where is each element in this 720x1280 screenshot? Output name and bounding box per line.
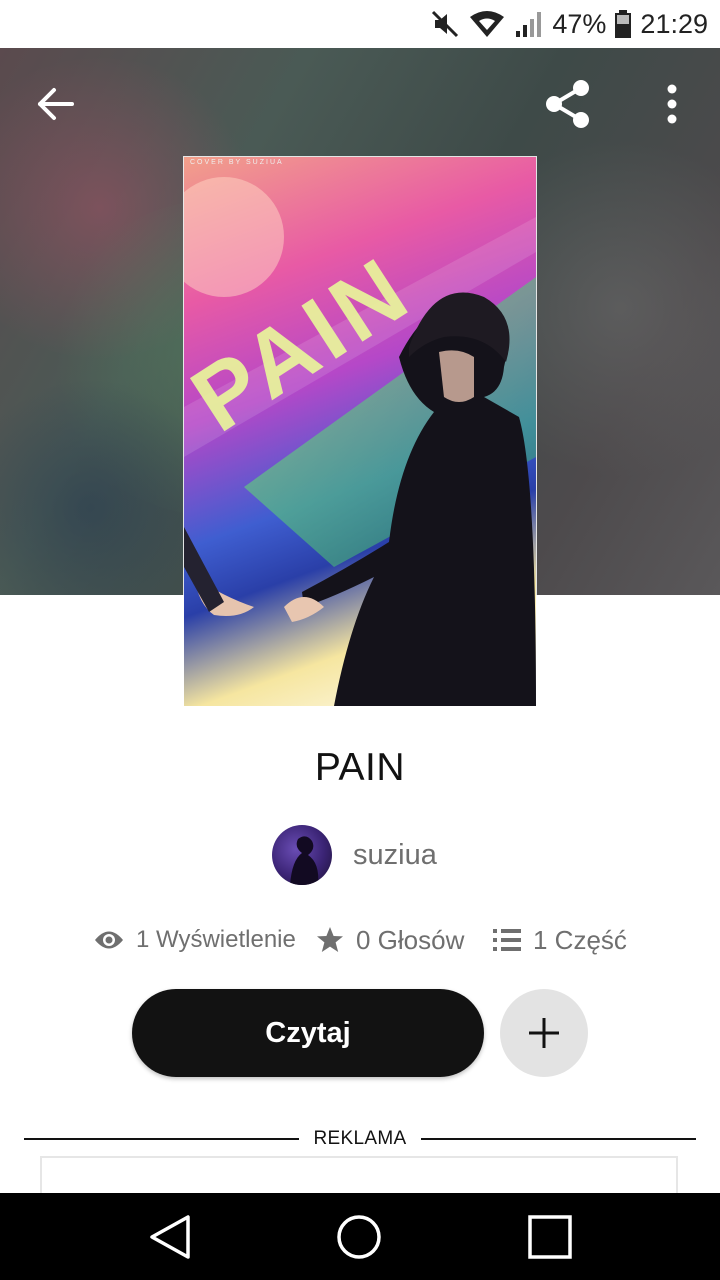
- parts-stat: 1 Część: [493, 918, 627, 962]
- story-stats: 1 Wyświetlenie 0 Głosów 1 Część: [0, 918, 720, 962]
- read-button[interactable]: Czytaj: [132, 989, 484, 1077]
- reads-stat: 1 Wyświetlenie: [94, 918, 296, 962]
- votes-stat: 0 Głosów: [316, 918, 464, 962]
- battery-percent: 47%: [552, 8, 607, 39]
- system-nav-bar: [0, 1193, 720, 1280]
- ad-label: REKLAMA: [313, 1128, 407, 1149]
- battery-icon: [614, 9, 632, 39]
- votes-label: 0 Głosów: [356, 924, 465, 955]
- story-title: PAIN: [314, 746, 406, 789]
- add-to-library-button[interactable]: [500, 989, 588, 1077]
- more-vert-icon: [667, 84, 677, 124]
- clock: 21:29: [640, 8, 708, 39]
- back-arrow-icon: [38, 88, 74, 120]
- cover-credit: COVER BY SUZIUA: [190, 159, 284, 166]
- share-icon: [546, 80, 589, 128]
- list-icon: [493, 928, 521, 952]
- eye-icon: [94, 929, 124, 951]
- wifi-icon: [468, 9, 506, 39]
- back-button[interactable]: [20, 68, 92, 140]
- status-bar: 47% 21:29: [0, 0, 720, 48]
- nav-back-button[interactable]: [130, 1207, 210, 1267]
- nav-recents-icon: [528, 1215, 572, 1259]
- star-icon: [316, 926, 344, 954]
- more-options-button[interactable]: [640, 68, 704, 140]
- story-cover[interactable]: COVER BY SUZIUA PAIN: [184, 157, 536, 706]
- plus-icon: [529, 1018, 559, 1048]
- author-profile-link[interactable]: suziua: [272, 824, 437, 886]
- nav-recents-button[interactable]: [510, 1207, 590, 1267]
- signal-icon: [514, 9, 544, 39]
- nav-home-icon: [337, 1215, 381, 1259]
- divider: [421, 1138, 696, 1140]
- nav-home-button[interactable]: [319, 1207, 399, 1267]
- mute-icon: [430, 9, 460, 39]
- parts-label: 1 Część: [533, 924, 627, 955]
- nav-back-icon: [150, 1215, 190, 1259]
- author-name[interactable]: suziua: [353, 839, 437, 872]
- reads-label: 1 Wyświetlenie: [136, 926, 296, 953]
- divider: [24, 1138, 299, 1140]
- share-button[interactable]: [530, 68, 606, 140]
- avatar[interactable]: [272, 825, 332, 885]
